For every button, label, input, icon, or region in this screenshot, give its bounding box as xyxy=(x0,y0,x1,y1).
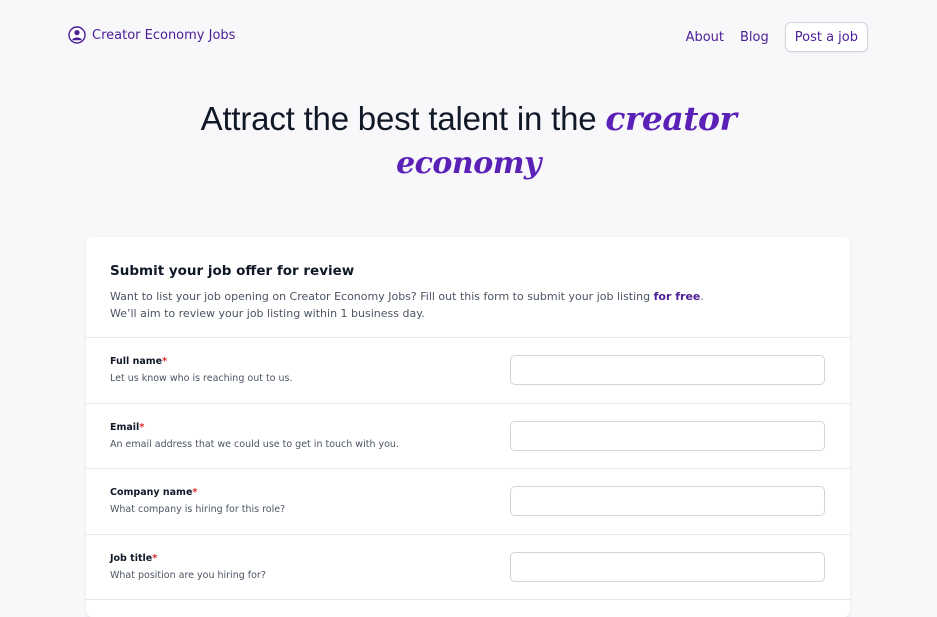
field-label-text: Company name xyxy=(110,487,193,498)
for-free-text: for free xyxy=(653,290,701,303)
brand-link[interactable]: Creator Economy Jobs xyxy=(68,26,235,44)
field-help: What position are you hiring for? xyxy=(110,569,266,581)
form-description: Want to list your job opening on Creator… xyxy=(110,288,826,322)
field-label: Full name* xyxy=(110,356,167,367)
field-label-text: Job title xyxy=(110,552,153,564)
field-help: What company is hiring for this role? xyxy=(110,504,286,515)
hero: Attract the best talent in the creator e… xyxy=(0,96,937,186)
field-help: Let us know who is reaching out to us. xyxy=(110,373,293,384)
field-row-full-name: Full name* Let us know who is reaching o… xyxy=(86,338,850,404)
full-name-input[interactable] xyxy=(510,355,825,385)
top-nav: Creator Economy Jobs About Blog Post a j… xyxy=(0,0,937,74)
job-submission-form: Submit your job offer for review Want to… xyxy=(86,237,850,617)
email-input[interactable] xyxy=(510,420,825,451)
field-help: An email address that we could use to ge… xyxy=(110,438,399,450)
form-desc-review-note: We’ll aim to review your job listing wit… xyxy=(110,307,425,320)
field-label: Company name* xyxy=(110,487,197,498)
hero-accent-economy: economy xyxy=(396,146,541,181)
field-row-company-name: Company name* What company is hiring for… xyxy=(86,469,850,535)
post-job-button[interactable]: Post a job xyxy=(784,22,868,52)
hero-heading-line2: economy xyxy=(0,142,937,186)
field-row-job-title: Job title* What position are you hiring … xyxy=(86,535,850,600)
field-label-text: Full name xyxy=(110,356,163,367)
nav-about-link[interactable]: About xyxy=(686,30,724,45)
form-title: Submit your job offer for review xyxy=(110,263,355,279)
creator-avatar-icon xyxy=(68,26,86,44)
brand-name: Creator Economy Jobs xyxy=(92,27,236,43)
field-label: Job title* xyxy=(110,553,157,564)
hero-accent-creator: creator xyxy=(605,99,737,138)
hero-heading: Attract the best talent in the creator xyxy=(0,96,937,142)
job-title-input[interactable] xyxy=(510,551,825,582)
form-desc-text: Want to list your job opening on Creator… xyxy=(110,290,651,303)
company-name-input[interactable] xyxy=(510,486,825,516)
hero-heading-text: Attract the best talent in the xyxy=(200,100,597,137)
nav-links: About Blog Post a job xyxy=(686,22,868,52)
form-header: Submit your job offer for review Want to… xyxy=(86,237,850,338)
required-marker: * xyxy=(139,421,145,433)
required-marker: * xyxy=(162,356,168,367)
field-row-email: Email* An email address that we could us… xyxy=(86,404,850,469)
form-desc-period: . xyxy=(700,290,704,303)
required-marker: * xyxy=(192,487,198,498)
nav-blog-link[interactable]: Blog xyxy=(740,30,769,45)
field-label-text: Email xyxy=(110,421,140,433)
required-marker: * xyxy=(152,552,158,564)
field-label: Email* xyxy=(110,422,144,433)
